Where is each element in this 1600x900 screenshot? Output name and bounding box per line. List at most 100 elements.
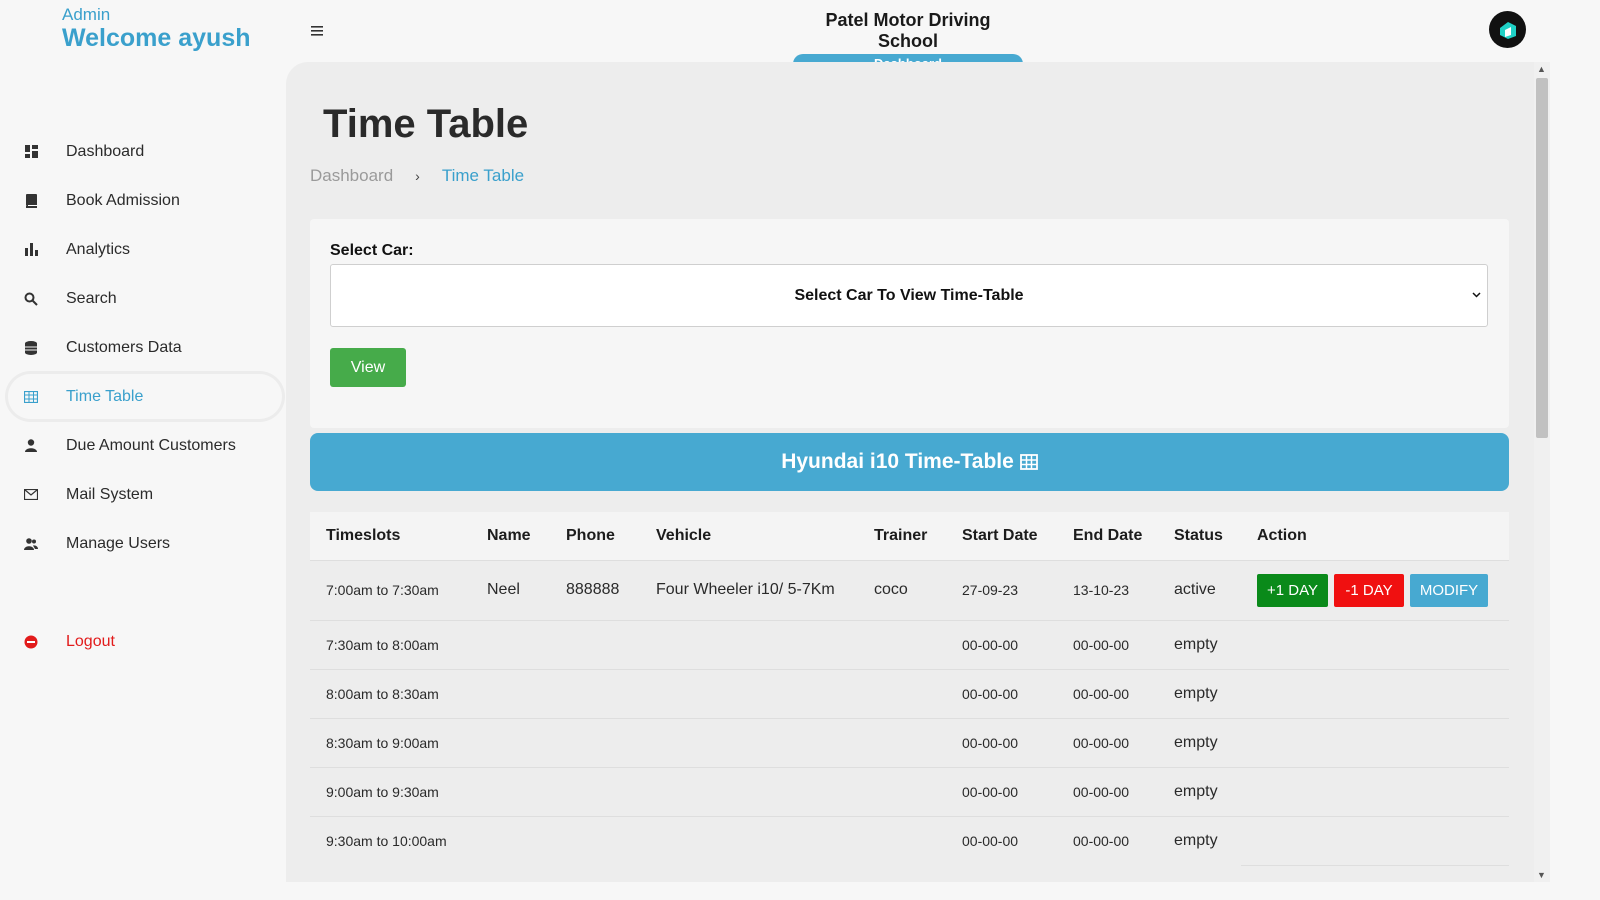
status-cell: active xyxy=(1174,581,1216,598)
scroll-up-icon[interactable]: ▲ xyxy=(1537,64,1546,74)
breadcrumb-dashboard[interactable]: Dashboard xyxy=(310,166,393,186)
timeslot-cell: 8:00am to 8:30am xyxy=(326,685,439,702)
timetable-title: Hyundai i10 Time-Table xyxy=(781,450,1014,473)
timeslot-cell: 9:00am to 9:30am xyxy=(326,783,439,800)
name-cell: Neel xyxy=(487,581,520,598)
column-header: Action xyxy=(1257,526,1307,544)
name-cell xyxy=(471,718,550,767)
brand-title: Patel Motor Driving School xyxy=(825,10,991,51)
main-content: Time Table Dashboard › Time Table Select… xyxy=(286,62,1534,882)
column-header: Status xyxy=(1174,526,1223,544)
table-row: 9:30am to 10:00am 00-00-00 00-00-00 empt… xyxy=(310,816,1509,866)
view-button[interactable]: View xyxy=(330,348,406,387)
status-cell: empty xyxy=(1174,782,1218,800)
sidebar-nav: Dashboard Book Admission Analytics Searc… xyxy=(0,127,286,568)
sidebar-item-label: Search xyxy=(66,289,117,307)
minus-one-day-button[interactable]: -1 DAY xyxy=(1334,573,1404,607)
table-icon xyxy=(1019,454,1038,470)
action-cell xyxy=(1241,767,1509,817)
timeslot-cell: 7:30am to 8:00am xyxy=(326,636,439,653)
vehicle-cell xyxy=(640,718,858,767)
sidebar-item-search[interactable]: Search xyxy=(0,274,286,323)
timeslot-cell: 8:30am to 9:00am xyxy=(326,734,439,751)
plus-one-day-button[interactable]: +1 DAY xyxy=(1257,573,1328,607)
logout-label: Logout xyxy=(66,632,115,650)
start-date-cell: 00-00-00 xyxy=(962,734,1019,751)
vehicle-cell xyxy=(640,669,858,718)
modify-button[interactable]: MODIFY xyxy=(1410,573,1488,607)
status-cell: empty xyxy=(1174,635,1218,653)
page-title: Time Table xyxy=(323,102,529,146)
sidebar-item-mail-system[interactable]: Mail System xyxy=(0,470,286,519)
start-date-cell: 27-09-23 xyxy=(962,582,1019,598)
breadcrumb: Dashboard › Time Table xyxy=(310,166,524,186)
table-row: 8:30am to 9:00am 00-00-00 00-00-00 empty xyxy=(310,718,1509,768)
sidebar-item-label: Analytics xyxy=(66,240,131,258)
column-header: Start Date xyxy=(962,526,1038,544)
trainer-cell xyxy=(858,718,946,767)
end-date-cell: 00-00-00 xyxy=(1073,783,1130,800)
action-cell xyxy=(1241,718,1509,768)
sidebar-item-manage-users[interactable]: Manage Users xyxy=(0,519,286,568)
phone-cell xyxy=(550,767,640,816)
vehicle-cell xyxy=(640,816,858,865)
scroll-thumb[interactable] xyxy=(1536,78,1548,438)
end-date-cell: 13-10-23 xyxy=(1073,582,1130,598)
sidebar-item-dashboard[interactable]: Dashboard xyxy=(0,127,286,176)
welcome-text: Welcome ayush xyxy=(62,24,251,52)
phone-cell xyxy=(550,669,640,718)
logo-icon xyxy=(1499,21,1516,39)
end-date-cell: 00-00-00 xyxy=(1073,832,1130,849)
menu-toggle-icon[interactable] xyxy=(311,22,327,38)
book-icon xyxy=(22,192,40,210)
start-date-cell: 00-00-00 xyxy=(962,832,1019,849)
sidebar-item-book-admission[interactable]: Book Admission xyxy=(0,176,286,225)
column-header: Phone xyxy=(566,526,615,544)
window-edge xyxy=(1550,0,1568,882)
sidebar-item-label: Dashboard xyxy=(66,142,145,160)
end-date-cell: 00-00-00 xyxy=(1073,734,1130,751)
car-select-dropdown[interactable]: Select Car To View Time-Table xyxy=(330,264,1488,327)
trainer-cell xyxy=(858,767,946,816)
breadcrumb-current: Time Table xyxy=(441,166,525,185)
database-icon xyxy=(22,339,40,357)
status-cell: empty xyxy=(1174,831,1218,849)
action-cell xyxy=(1241,816,1509,866)
select-car-card: Select Car: Select Car To View Time-Tabl… xyxy=(310,219,1509,428)
sidebar-item-time-table[interactable]: Time Table xyxy=(0,372,286,421)
phone-cell: 888888 xyxy=(566,581,620,598)
table-row: 7:30am to 8:00am 00-00-00 00-00-00 empty xyxy=(310,620,1509,670)
sidebar-item-customers-data[interactable]: Customers Data xyxy=(0,323,286,372)
select-car-label: Select Car: xyxy=(330,242,414,259)
name-cell xyxy=(471,767,550,816)
sidebar-item-due-amount[interactable]: Due Amount Customers xyxy=(0,421,286,470)
search-icon xyxy=(22,290,40,308)
trainer-cell xyxy=(858,816,946,865)
dashboard-icon xyxy=(22,143,40,161)
vehicle-cell xyxy=(640,767,858,816)
sidebar-item-label: Time Table xyxy=(66,387,144,405)
sidebar-item-label: Due Amount Customers xyxy=(66,436,236,454)
chevron-right-icon: › xyxy=(415,168,420,184)
logout-button[interactable]: Logout xyxy=(0,617,286,666)
action-cell: +1 DAY -1 DAY MODIFY xyxy=(1241,560,1509,620)
table-row: 9:00am to 9:30am 00-00-00 00-00-00 empty xyxy=(310,767,1509,817)
table-icon xyxy=(22,388,40,406)
status-cell: empty xyxy=(1174,684,1218,702)
avatar[interactable] xyxy=(1489,11,1526,48)
sidebar-item-label: Book Admission xyxy=(66,191,180,209)
start-date-cell: 00-00-00 xyxy=(962,685,1019,702)
sidebar-item-analytics[interactable]: Analytics xyxy=(0,225,286,274)
name-cell xyxy=(471,816,550,865)
end-date-cell: 00-00-00 xyxy=(1073,636,1130,653)
phone-cell xyxy=(550,816,640,865)
person-icon xyxy=(22,437,40,455)
trainer-cell xyxy=(858,620,946,669)
sidebar-item-label: Mail System xyxy=(66,485,154,503)
car-select-value: Select Car To View Time-Table xyxy=(794,286,1024,304)
vertical-scrollbar[interactable]: ▲ ▼ xyxy=(1534,62,1550,882)
phone-cell xyxy=(550,620,640,669)
scroll-down-icon[interactable]: ▼ xyxy=(1537,870,1546,880)
table-row: 8:00am to 8:30am 00-00-00 00-00-00 empty xyxy=(310,669,1509,719)
bar-chart-icon xyxy=(22,241,40,259)
